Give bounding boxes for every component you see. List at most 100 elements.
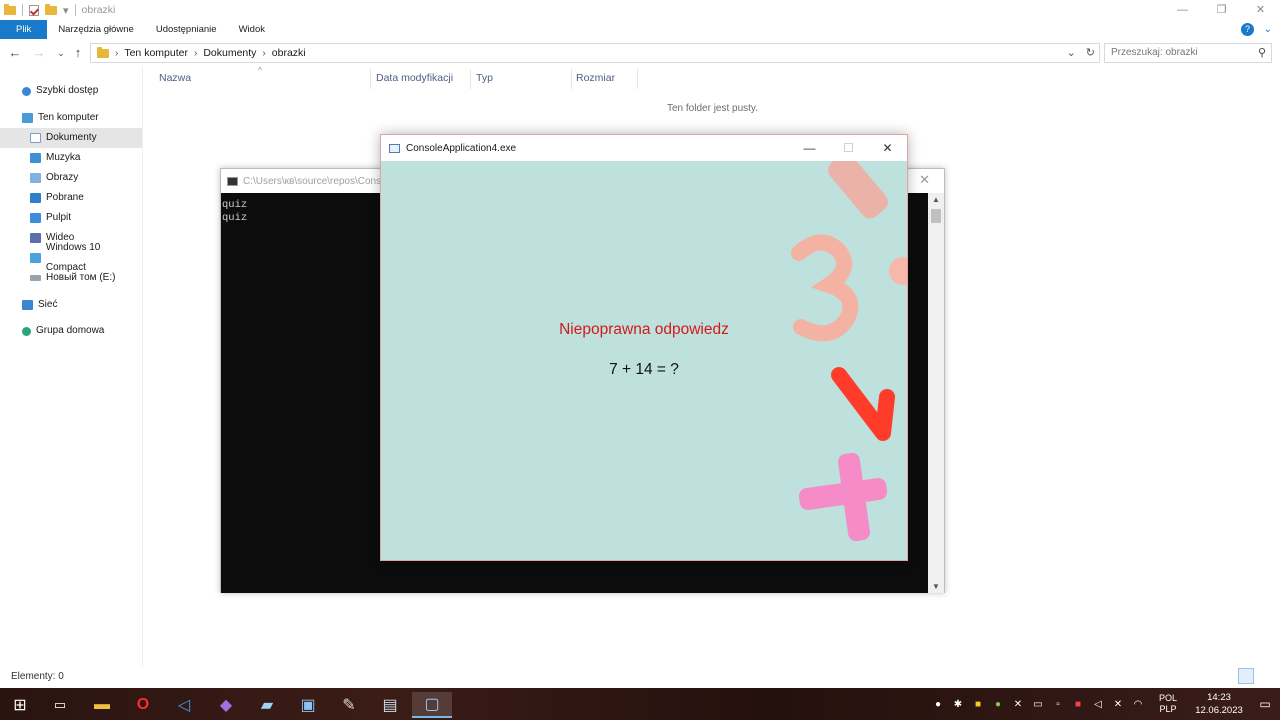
nav-label: Sieć	[38, 299, 58, 310]
paint-icon[interactable]: ✎	[329, 692, 369, 718]
help-icon[interactable]: ?	[1241, 23, 1254, 36]
start-windows-icon[interactable]: ⊞	[0, 692, 40, 718]
quiz-canvas[interactable]: Niepoprawna odpowiedz 7 + 14 = ?	[381, 161, 907, 560]
new-folder-icon[interactable]	[45, 3, 57, 15]
notification-icon[interactable]: ▭	[1250, 697, 1280, 711]
volume-icon[interactable]: ◁	[1088, 699, 1108, 710]
empty-folder-message: Ten folder jest pusty.	[667, 103, 758, 114]
battery-icon[interactable]: ▭	[1028, 699, 1048, 710]
column-divider[interactable]	[470, 69, 471, 89]
view-toggle	[1238, 668, 1274, 684]
close-button[interactable]: ✕	[1241, 0, 1280, 20]
console-title: C:\Users\кв\source\repos\Conso	[243, 175, 387, 187]
app-tray-icon[interactable]: ■	[968, 699, 988, 710]
chevron-right-icon[interactable]: ›	[194, 48, 197, 59]
visual-studio-icon[interactable]: ◆	[206, 692, 246, 718]
column-header-size[interactable]: Rozmiar	[576, 72, 615, 84]
nav-item-desktop[interactable]: Pulpit	[0, 208, 142, 228]
nav-item-volume-e[interactable]: Новый том (E:)	[0, 268, 142, 288]
divider	[22, 4, 23, 16]
quiz-titlebar[interactable]: ConsoleApplication4.exe — ☐ ✕	[381, 135, 907, 161]
quiz-window[interactable]: ConsoleApplication4.exe — ☐ ✕ Niepoprawn…	[380, 134, 908, 561]
opera-icon[interactable]: O	[123, 692, 163, 718]
close-button[interactable]: ✕	[919, 172, 930, 188]
address-bar[interactable]: › Ten komputer › Dokumenty › obrazki ⌄ ↻	[90, 43, 1100, 63]
minimize-button[interactable]: —	[1163, 0, 1202, 20]
tab-view[interactable]: Widok	[228, 20, 276, 39]
quiz-app-icon[interactable]: ▢	[412, 692, 452, 718]
task-view-icon[interactable]: ▭	[40, 692, 80, 718]
breadcrumb-documents[interactable]: Dokumenty	[203, 47, 256, 59]
console-app-icon[interactable]: ▤	[370, 692, 410, 718]
column-header-name[interactable]: Nazwa	[159, 72, 191, 84]
scroll-thumb[interactable]	[931, 209, 941, 223]
scroll-up-icon[interactable]: ▲	[928, 195, 944, 204]
tab-file[interactable]: Plik	[0, 20, 48, 39]
minimize-button[interactable]: —	[790, 135, 829, 161]
nav-item-homegroup[interactable]: Grupa domowa	[0, 321, 142, 341]
vscode-icon[interactable]: ◁	[164, 692, 204, 718]
address-row: ← → ⌄ ↑ › Ten komputer › Dokumenty › obr…	[0, 40, 1280, 66]
scroll-down-icon[interactable]: ▼	[928, 582, 944, 591]
wifi-icon[interactable]: ◠	[1128, 699, 1148, 710]
nav-item-network[interactable]: Sieć	[0, 295, 142, 315]
file-explorer-icon[interactable]: ▬	[82, 692, 122, 718]
homegroup-icon	[22, 326, 31, 336]
recent-locations-icon[interactable]: ⌄	[52, 44, 70, 62]
clock[interactable]: 14:23 12.06.2023	[1188, 691, 1250, 717]
column-header-type[interactable]: Typ	[476, 72, 493, 84]
nav-item-music[interactable]: Muzyka	[0, 148, 142, 168]
chevron-right-icon[interactable]: ›	[262, 48, 265, 59]
chevron-right-icon[interactable]: ›	[115, 48, 118, 59]
expand-ribbon-icon[interactable]: ⌄	[1264, 20, 1272, 39]
nav-label: Новый том (E:)	[46, 272, 116, 283]
forward-arrow-icon[interactable]: →	[30, 44, 48, 62]
close-button[interactable]: ✕	[868, 135, 907, 161]
up-arrow-icon[interactable]: ↑	[69, 44, 87, 62]
column-divider[interactable]	[571, 69, 572, 89]
history-dropdown-icon[interactable]: ⌄	[1067, 46, 1076, 59]
details-view-button[interactable]	[1238, 668, 1254, 684]
breadcrumb-obrazki[interactable]: obrazki	[272, 47, 306, 59]
nvidia-icon[interactable]: ✕	[1008, 699, 1028, 710]
image-viewer-icon[interactable]: ▣	[288, 692, 328, 718]
back-arrow-icon[interactable]: ←	[6, 44, 24, 62]
bluetooth-icon[interactable]: ✱	[948, 699, 968, 710]
explorer-titlebar: ▾ obrazki — ❐ ✕	[0, 0, 1280, 20]
refresh-icon[interactable]: ↻	[1086, 46, 1095, 59]
network-icon[interactable]: ✕	[1108, 699, 1128, 710]
maximize-button[interactable]: ☐	[829, 135, 868, 161]
teams-icon[interactable]: ●	[928, 699, 948, 710]
drive-icon	[30, 275, 41, 281]
customize-dropdown-icon[interactable]: ▾	[63, 4, 69, 17]
taskbar: ⊞ ▭ ▬ O ◁ ◆ ▰ ▣ ✎ ▤ ▢ ● ✱ ■ ● ✕ ▭ ▫ ■ ◁ …	[0, 688, 1280, 720]
network-icon	[22, 300, 33, 310]
app-tray-icon[interactable]: ■	[1068, 699, 1088, 710]
search-input[interactable]: Przeszukaj: obrazki ⚲	[1104, 43, 1272, 63]
nav-label: Ten komputer	[38, 112, 99, 123]
security-icon[interactable]: ▫	[1048, 699, 1068, 710]
desktop-icon	[30, 213, 41, 223]
nav-item-documents[interactable]: Dokumenty	[0, 128, 142, 148]
app-icon[interactable]: ▰	[247, 692, 287, 718]
nav-item-pictures[interactable]: Obrazy	[0, 168, 142, 188]
column-divider[interactable]	[370, 69, 371, 89]
large-icons-view-button[interactable]	[1258, 668, 1274, 684]
nav-item-this-pc[interactable]: Ten komputer	[0, 108, 142, 128]
properties-icon[interactable]	[29, 4, 39, 16]
column-divider[interactable]	[637, 69, 638, 89]
tab-share[interactable]: Udostępnianie	[145, 20, 228, 39]
app-tray-icon[interactable]: ●	[988, 699, 1008, 710]
scrollbar[interactable]: ▲ ▼	[928, 193, 944, 593]
nav-item-windows10[interactable]: Windows 10 Compact	[0, 242, 142, 273]
tab-home[interactable]: Narzędzia główne	[47, 20, 145, 39]
maximize-button[interactable]: ❐	[1202, 0, 1241, 20]
drive-icon	[30, 253, 41, 263]
language-indicator[interactable]: POL PLP	[1154, 693, 1182, 715]
nav-item-quick-access[interactable]: Szybki dostęp	[0, 81, 142, 101]
column-header-date[interactable]: Data modyfikacji	[376, 72, 453, 84]
nav-item-downloads[interactable]: Pobrane	[0, 188, 142, 208]
star-icon	[22, 86, 31, 96]
breadcrumb-this-pc[interactable]: Ten komputer	[124, 47, 188, 59]
search-icon[interactable]: ⚲	[1258, 44, 1266, 62]
